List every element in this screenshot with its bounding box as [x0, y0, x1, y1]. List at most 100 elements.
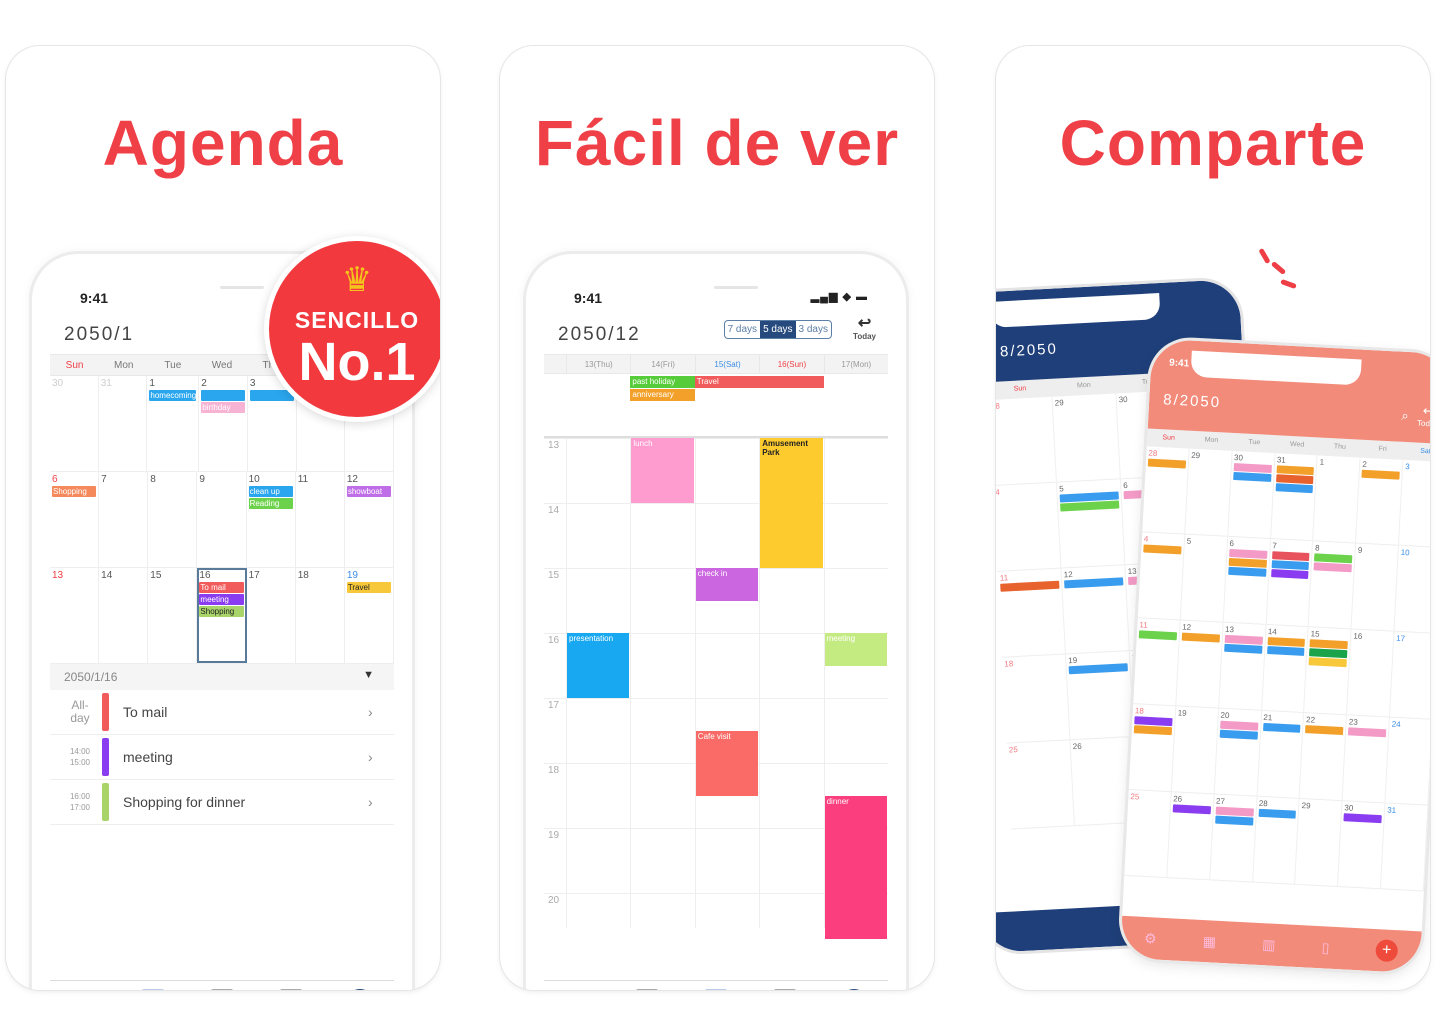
all-day-event[interactable]: past holiday [630, 376, 695, 388]
search-icon[interactable]: ⌕ [1401, 408, 1409, 424]
calendar-day-cell[interactable]: 16 To mail meeting Shopping [197, 568, 247, 663]
calendar-day-cell[interactable]: 13 [50, 568, 100, 663]
tab-settings[interactable]: ⚙Settings [544, 989, 613, 990]
today-button[interactable]: ↩ Today [853, 316, 876, 342]
agenda-item[interactable]: 16:00 17:00 Shopping for dinner › [50, 780, 394, 825]
calendar-day-cell[interactable]: 4 [1137, 532, 1186, 620]
calendar-day-cell[interactable]: 11 [997, 568, 1066, 657]
calendar-day-cell[interactable]: 12 showboat [345, 472, 394, 567]
calendar-day-cell[interactable]: 4 [996, 482, 1062, 571]
event-chip[interactable] [249, 390, 294, 401]
today-button[interactable]: ↩ Today [1417, 403, 1430, 429]
event-chip[interactable]: Shopping [199, 606, 244, 617]
event-chip[interactable] [1068, 663, 1128, 675]
event-chip[interactable] [1313, 562, 1353, 573]
calendar-day-cell[interactable]: 19 [1171, 706, 1219, 794]
tab-week[interactable]: ▥Week [188, 989, 257, 990]
day-icon[interactable]: ▯ [1321, 939, 1330, 956]
event-chip[interactable]: birthday [201, 402, 245, 413]
calendar-day-cell[interactable]: 16 [1347, 629, 1395, 717]
tab-settings[interactable]: ⚙Settings [50, 989, 119, 990]
calendar-day-cell[interactable]: 18 [1128, 704, 1177, 792]
calendar-day-cell[interactable]: 17 [247, 568, 296, 663]
tab-week[interactable]: ▥Week [682, 989, 751, 990]
event-chip[interactable] [1181, 632, 1220, 643]
gear-icon[interactable]: ⚙ [1144, 929, 1157, 947]
calendar-day-cell[interactable]: 21 [1257, 710, 1305, 798]
event-chip[interactable] [201, 390, 245, 401]
calendar-day-cell[interactable]: 2 birthday [199, 376, 248, 471]
timed-event[interactable]: lunch [631, 438, 694, 503]
event-chip[interactable]: Travel [346, 582, 391, 593]
calendar-day-cell[interactable]: 28 [1142, 446, 1190, 534]
segment-7-days[interactable]: 7 days [725, 321, 760, 338]
calendar-day-cell[interactable]: 8 [1309, 541, 1357, 629]
event-chip[interactable]: showboat [346, 486, 391, 497]
calendar-day-cell[interactable]: 19 [1065, 651, 1135, 740]
event-chip[interactable] [1262, 722, 1301, 733]
calendar-day-cell[interactable]: 29 [1052, 393, 1121, 482]
event-chip[interactable]: meeting [199, 594, 244, 605]
add-icon[interactable]: + [344, 989, 375, 990]
calendar-day-cell[interactable]: 20 [1214, 708, 1262, 796]
event-chip[interactable]: clean up [248, 486, 293, 497]
calendar-day-cell[interactable]: 28 [996, 396, 1057, 485]
calendar-day-cell[interactable]: 14 [99, 568, 149, 663]
event-chip[interactable]: Reading [248, 498, 293, 509]
calendar-day-cell[interactable]: 24 [1385, 717, 1430, 805]
calendar-day-cell[interactable]: 17 [1390, 631, 1430, 719]
calendar-day-cell[interactable]: 29 [1185, 448, 1233, 536]
event-chip[interactable] [1000, 580, 1060, 592]
calendar-day-cell[interactable]: 30 [50, 376, 99, 471]
calendar-day-cell[interactable]: 11 [1133, 618, 1181, 706]
event-chip[interactable] [1060, 500, 1120, 512]
month-grid-icon[interactable]: ▦ [1202, 933, 1217, 951]
calendar-day-cell[interactable]: 28 [1252, 796, 1300, 884]
event-chip[interactable]: To mail [199, 582, 244, 593]
calendar-day-cell[interactable]: 11 [296, 472, 345, 567]
agenda-item[interactable]: 14:00 15:00 meeting › [50, 735, 394, 780]
event-chip[interactable] [1232, 471, 1272, 482]
event-chip[interactable] [1266, 645, 1305, 656]
event-chip[interactable] [1305, 725, 1344, 736]
event-chip[interactable] [1133, 725, 1172, 736]
event-chip[interactable] [1138, 630, 1177, 641]
calendar-day-cell[interactable]: 1 [1313, 455, 1361, 543]
calendar-day-cell[interactable]: 26 [1167, 792, 1215, 880]
calendar-day-cell[interactable]: 31 [1270, 453, 1318, 541]
week-grid-icon[interactable]: ▥ [1262, 936, 1276, 954]
calendar-day-cell[interactable]: 19 Travel [345, 568, 394, 663]
calendar-day-cell[interactable]: 18 [1002, 654, 1071, 743]
calendar-day-cell[interactable]: 5 [1056, 479, 1126, 568]
event-chip[interactable]: homecoming [149, 390, 197, 401]
calendar-day-cell[interactable]: 31 [99, 376, 148, 471]
timed-event[interactable]: Amusement Park [760, 438, 823, 568]
calendar-day-cell[interactable]: 25 [1124, 789, 1172, 878]
event-chip[interactable] [1258, 808, 1297, 819]
calendar-day-cell[interactable]: 23 [1342, 715, 1391, 803]
tab-month[interactable]: ▦Month [119, 989, 188, 990]
event-chip[interactable] [1361, 469, 1400, 480]
event-chip[interactable] [1219, 729, 1258, 740]
event-chip[interactable] [1275, 483, 1314, 494]
event-chip[interactable] [1064, 577, 1124, 589]
tab-add[interactable]: + [325, 989, 394, 990]
calendar-day-cell[interactable]: 12 [1176, 620, 1224, 708]
calendar-day-cell[interactable]: 15 [1304, 627, 1352, 715]
calendar-day-cell[interactable]: 25 [1006, 740, 1075, 829]
tab-month[interactable]: ▦Month [613, 989, 682, 990]
all-day-event[interactable]: anniversary [630, 389, 695, 401]
collapse-triangle-icon[interactable]: ▼ [363, 669, 374, 681]
calendar-day-cell[interactable]: 27 [1209, 794, 1258, 882]
calendar-day-cell[interactable]: 29 [1295, 798, 1343, 887]
segment-5-days[interactable]: 5 days [760, 321, 796, 338]
calendar-day-cell[interactable]: 30 [1338, 801, 1386, 889]
agenda-header[interactable]: 2050/1/16 ▼ [50, 664, 394, 690]
segment-3-days[interactable]: 3 days [796, 321, 831, 338]
calendar-day-cell[interactable]: 8 [148, 472, 198, 567]
calendar-day-cell[interactable]: 6 Shopping [50, 472, 100, 567]
event-chip[interactable] [1147, 458, 1186, 469]
timed-event[interactable]: meeting [824, 633, 887, 666]
timed-event[interactable]: Cafe visit [695, 730, 759, 796]
calendar-day-cell[interactable]: 30 [1227, 450, 1276, 539]
